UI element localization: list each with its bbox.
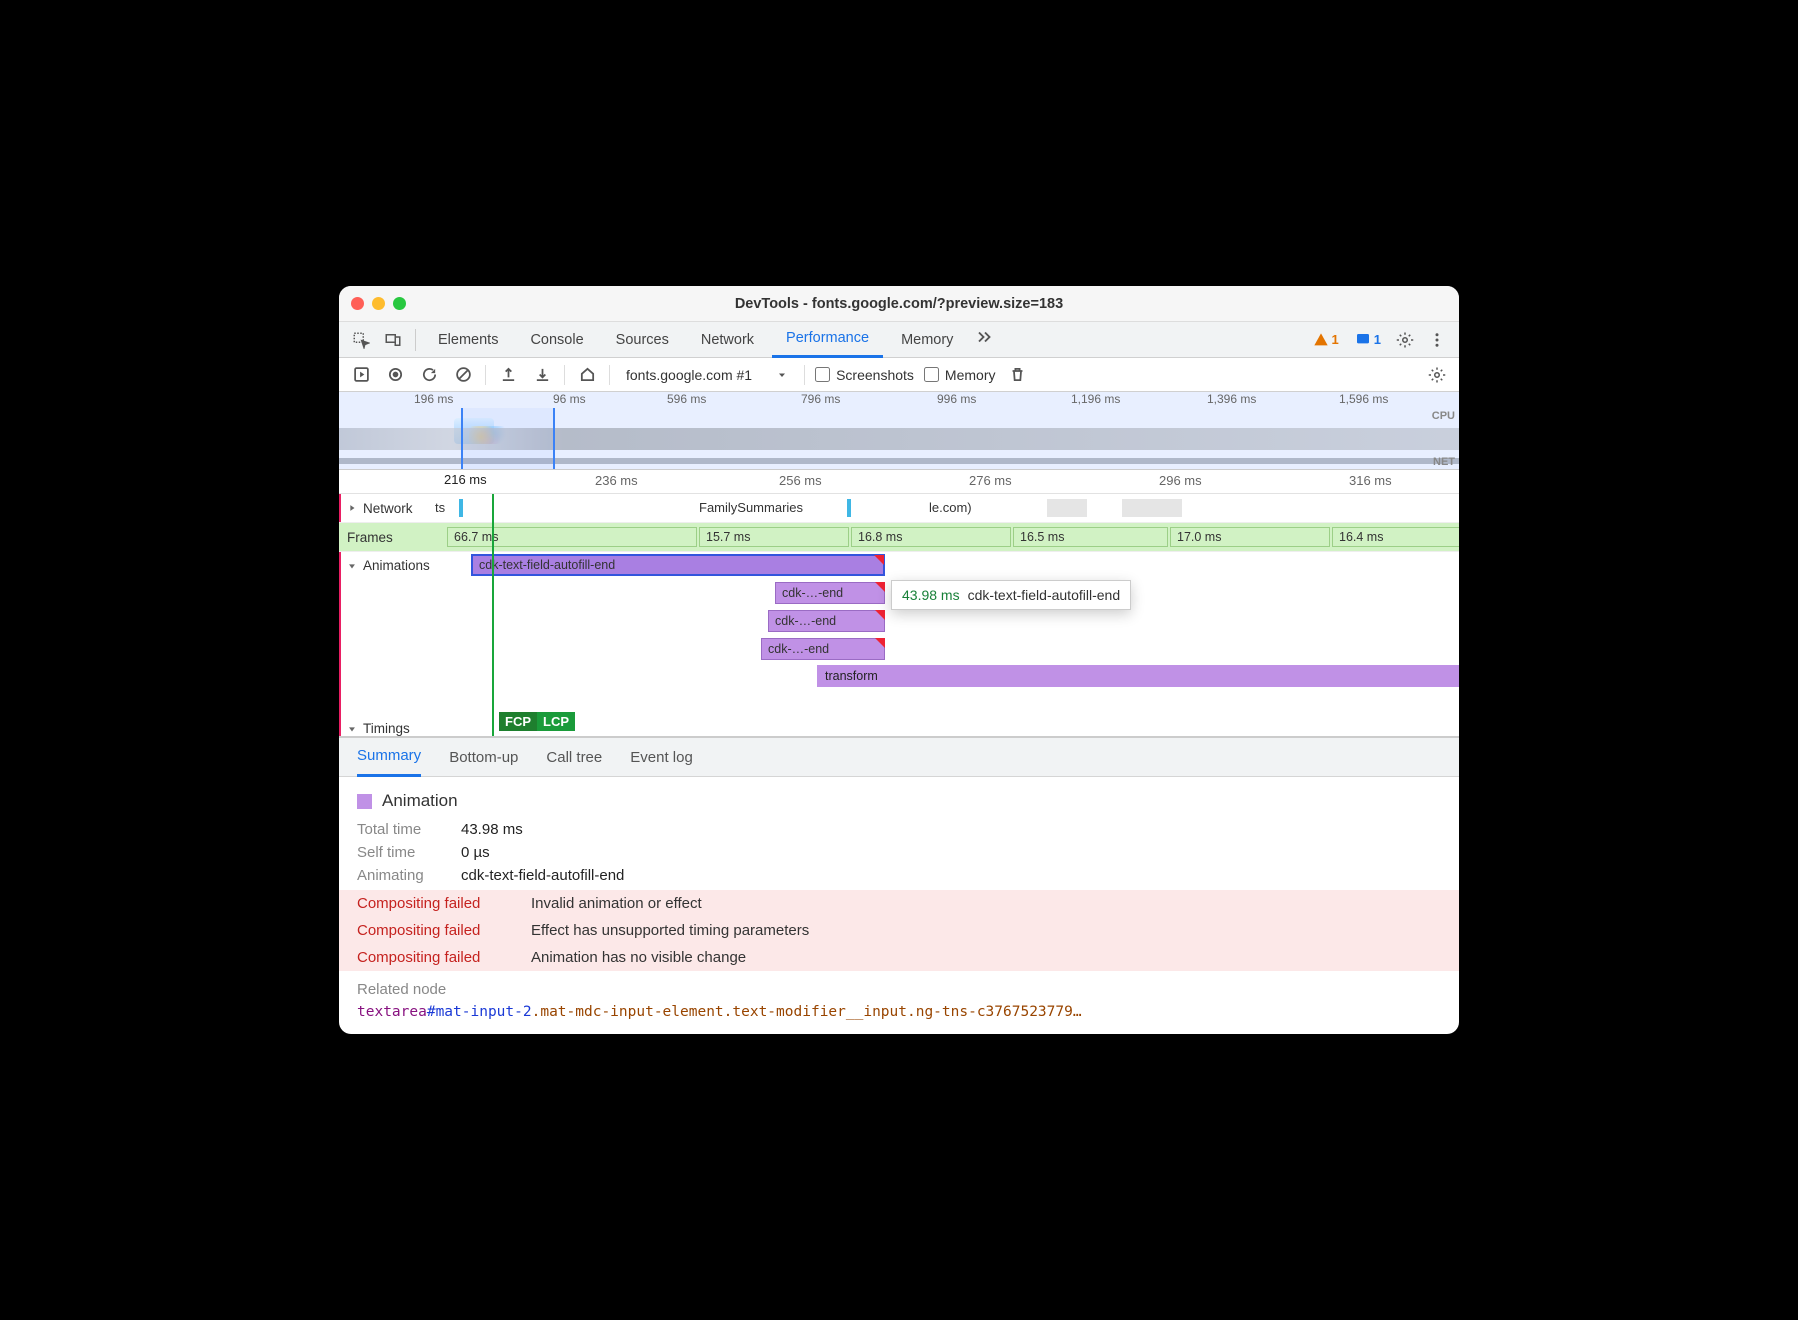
net-bar[interactable] [1122, 499, 1182, 517]
timeline-ruler[interactable]: 216 ms 236 ms 256 ms 276 ms 296 ms 316 m… [339, 470, 1459, 494]
frame-bar[interactable]: 16.4 ms [1332, 527, 1459, 547]
compositing-failed-row: Compositing failedAnimation has no visib… [339, 944, 1459, 971]
net-bar[interactable] [1047, 499, 1087, 517]
warning-corner-icon [875, 638, 885, 648]
track-head-frames[interactable]: Frames [339, 530, 447, 545]
memory-toggle[interactable]: Memory [924, 367, 996, 383]
warning-corner-icon [874, 555, 884, 565]
compositing-failed-row: Compositing failedInvalid animation or e… [339, 890, 1459, 917]
clear-icon[interactable] [451, 363, 475, 387]
track-network[interactable]: Network ts FamilySummaries le.com) [339, 494, 1459, 523]
transform-bar[interactable]: transform [817, 665, 1459, 687]
net-label: NET [1433, 456, 1455, 468]
overview-ruler: 196 ms 96 ms 596 ms 796 ms 996 ms 1,196 … [339, 392, 1459, 408]
recording-select[interactable]: fonts.google.com #1 [620, 365, 794, 385]
warning-corner-icon [875, 610, 885, 620]
details-pane: Animation Total time43.98 ms Self time0 … [339, 777, 1459, 1034]
divider [609, 365, 610, 385]
related-node-link[interactable]: textarea#mat-input-2.mat-mdc-input-eleme… [357, 1004, 1441, 1020]
divider [415, 329, 416, 351]
track-frames[interactable]: Frames 66.7 ms 15.7 ms 16.8 ms 16.5 ms 1… [339, 523, 1459, 552]
kebab-icon[interactable] [1423, 326, 1451, 354]
animation-bar[interactable]: cdk-…-end [775, 582, 885, 604]
divider [804, 365, 805, 385]
screenshots-toggle[interactable]: Screenshots [815, 367, 914, 383]
detail-tabs: Summary Bottom-up Call tree Event log [339, 737, 1459, 777]
detail-tab-summary[interactable]: Summary [357, 737, 421, 777]
detail-tab-bottom-up[interactable]: Bottom-up [449, 737, 518, 777]
devtools-window: DevTools - fonts.google.com/?preview.siz… [339, 286, 1459, 1034]
tab-performance[interactable]: Performance [772, 322, 883, 358]
cpu-label: CPU [1432, 410, 1455, 422]
gc-icon[interactable] [1005, 363, 1029, 387]
tooltip-name: cdk-text-field-autofill-end [968, 587, 1121, 603]
frame-bar[interactable]: 17.0 ms [1170, 527, 1330, 547]
traffic-lights [351, 297, 406, 310]
tab-sources[interactable]: Sources [602, 322, 683, 358]
frame-bar[interactable]: 16.5 ms [1013, 527, 1168, 547]
tab-memory[interactable]: Memory [887, 322, 967, 358]
category-swatch-icon [357, 794, 372, 809]
animation-bar-selected[interactable]: cdk-text-field-autofill-end [471, 554, 885, 576]
track-head-animations[interactable]: Animations [339, 552, 447, 573]
frame-bar[interactable]: 16.8 ms [851, 527, 1011, 547]
warning-corner-icon [875, 582, 885, 592]
panel-tabs: Elements Console Sources Network Perform… [339, 322, 1459, 358]
animation-bar[interactable]: cdk-…-end [761, 638, 885, 660]
upload-icon[interactable] [496, 363, 520, 387]
toggle-drawer-icon[interactable] [349, 363, 373, 387]
minimize-icon[interactable] [372, 297, 385, 310]
fcp-marker[interactable]: FCP [499, 712, 537, 731]
timing-markers[interactable]: FCP LCP [499, 712, 575, 731]
maximize-icon[interactable] [393, 297, 406, 310]
hover-tooltip: 43.98 ms cdk-text-field-autofill-end [891, 580, 1131, 610]
frame-bar[interactable]: 66.7 ms [447, 527, 697, 547]
device-toggle-icon[interactable] [379, 326, 407, 354]
warnings-badge[interactable]: 1 [1307, 332, 1345, 348]
net-bar[interactable] [847, 499, 851, 517]
frame-bar[interactable]: 15.7 ms [699, 527, 849, 547]
track-head-network[interactable]: Network [339, 501, 447, 516]
more-tabs-icon[interactable] [971, 326, 999, 354]
issues-badge[interactable]: 1 [1349, 332, 1387, 348]
track-animations[interactable]: Animations cdk-text-field-autofill-end c… [339, 552, 1459, 712]
divider [485, 365, 486, 385]
playhead-cursor[interactable] [492, 494, 494, 736]
animation-bar[interactable]: cdk-…-end [768, 610, 885, 632]
overview-strip[interactable]: 196 ms 96 ms 596 ms 796 ms 996 ms 1,196 … [339, 392, 1459, 470]
inspect-icon[interactable] [347, 326, 375, 354]
lcp-marker[interactable]: LCP [537, 712, 575, 731]
reload-record-icon[interactable] [417, 363, 441, 387]
detail-tab-call-tree[interactable]: Call tree [546, 737, 602, 777]
tooltip-duration: 43.98 ms [902, 587, 960, 603]
track-head-timings[interactable]: Timings [363, 721, 410, 736]
detail-tab-event-log[interactable]: Event log [630, 737, 693, 777]
ruler-cursor: 216 ms [444, 472, 487, 487]
capture-settings-icon[interactable] [1425, 363, 1449, 387]
close-icon[interactable] [351, 297, 364, 310]
recording-label: fonts.google.com #1 [626, 367, 752, 383]
tab-console[interactable]: Console [516, 322, 597, 358]
overview-selection[interactable] [461, 408, 555, 470]
perf-toolbar: fonts.google.com #1 Screenshots Memory [339, 358, 1459, 392]
tab-network[interactable]: Network [687, 322, 768, 358]
download-icon[interactable] [530, 363, 554, 387]
settings-icon[interactable] [1391, 326, 1419, 354]
divider [564, 365, 565, 385]
tab-elements[interactable]: Elements [424, 322, 512, 358]
compositing-failed-row: Compositing failedEffect has unsupported… [339, 917, 1459, 944]
window-title: DevTools - fonts.google.com/?preview.siz… [339, 296, 1459, 312]
record-icon[interactable] [383, 363, 407, 387]
net-bar[interactable] [459, 499, 463, 517]
flame-tracks: Network ts FamilySummaries le.com) Frame… [339, 494, 1459, 737]
titlebar: DevTools - fonts.google.com/?preview.siz… [339, 286, 1459, 322]
home-icon[interactable] [575, 363, 599, 387]
detail-heading: Animation [357, 791, 1441, 811]
